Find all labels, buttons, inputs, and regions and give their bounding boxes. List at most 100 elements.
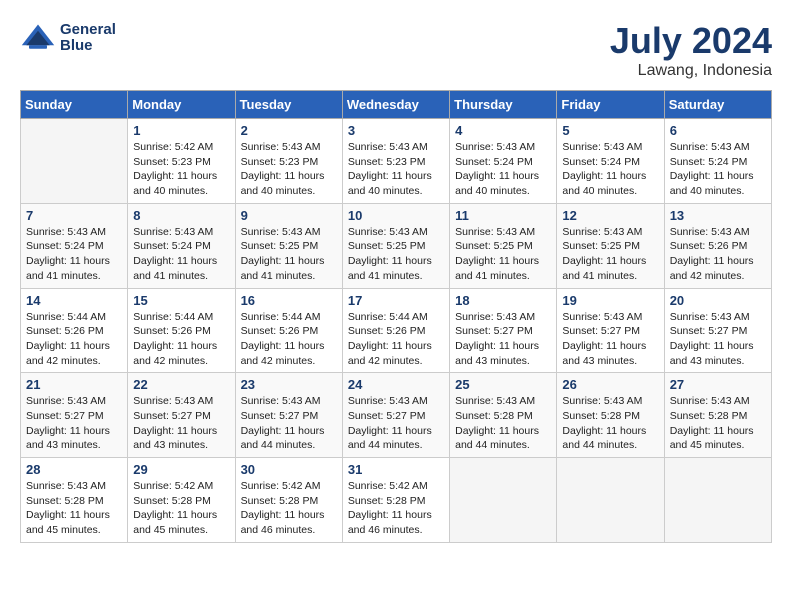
day-number: 16 xyxy=(241,293,337,308)
day-header-monday: Monday xyxy=(128,91,235,119)
day-number: 4 xyxy=(455,123,551,138)
calendar-week-row: 21Sunrise: 5:43 AM Sunset: 5:27 PM Dayli… xyxy=(21,373,772,458)
page-header: General Blue July 2024 Lawang, Indonesia xyxy=(20,20,772,80)
day-number: 20 xyxy=(670,293,766,308)
calendar-cell xyxy=(557,458,664,543)
day-info: Sunrise: 5:43 AM Sunset: 5:24 PM Dayligh… xyxy=(133,225,229,284)
calendar-cell: 11 Sunrise: 5:43 AM Sunset: 5:25 PM Dayli… xyxy=(450,203,557,288)
day-number: 29 xyxy=(133,462,229,477)
calendar-cell: 15 Sunrise: 5:44 AM Sunset: 5:26 PM Dayli… xyxy=(128,288,235,373)
month-year-title: July 2024 xyxy=(610,20,772,62)
day-info: Sunrise: 5:42 AM Sunset: 5:28 PM Dayligh… xyxy=(348,479,444,538)
calendar-cell: 1Sunrise: 5:42 AM Sunset: 5:23 PM Daylig… xyxy=(128,119,235,204)
calendar-cell: 22 Sunrise: 5:43 AM Sunset: 5:27 PM Dayli… xyxy=(128,373,235,458)
calendar-cell: 9Sunrise: 5:43 AM Sunset: 5:25 PM Daylig… xyxy=(235,203,342,288)
calendar-cell: 18Sunrise: 5:43 AM Sunset: 5:27 PM Dayli… xyxy=(450,288,557,373)
calendar-cell: 30 Sunrise: 5:42 AM Sunset: 5:28 PM Dayli… xyxy=(235,458,342,543)
calendar-cell xyxy=(664,458,771,543)
day-header-friday: Friday xyxy=(557,91,664,119)
day-number: 31 xyxy=(348,462,444,477)
day-number: 28 xyxy=(26,462,122,477)
day-number: 10 xyxy=(348,208,444,223)
day-info: Sunrise: 5:43 AM Sunset: 5:26 PM Dayligh… xyxy=(670,225,766,284)
day-number: 30 xyxy=(241,462,337,477)
calendar-cell: 4Sunrise: 5:43 AM Sunset: 5:24 PM Daylig… xyxy=(450,119,557,204)
day-info: Sunrise: 5:43 AM Sunset: 5:24 PM Dayligh… xyxy=(562,140,658,199)
location-subtitle: Lawang, Indonesia xyxy=(610,62,772,80)
calendar-cell: 24 Sunrise: 5:43 AM Sunset: 5:27 PM Dayli… xyxy=(342,373,449,458)
day-number: 3 xyxy=(348,123,444,138)
calendar-cell: 13Sunrise: 5:43 AM Sunset: 5:26 PM Dayli… xyxy=(664,203,771,288)
day-info: Sunrise: 5:44 AM Sunset: 5:26 PM Dayligh… xyxy=(241,310,337,369)
day-number: 14 xyxy=(26,293,122,308)
day-number: 22 xyxy=(133,377,229,392)
day-info: Sunrise: 5:42 AM Sunset: 5:28 PM Dayligh… xyxy=(241,479,337,538)
day-number: 26 xyxy=(562,377,658,392)
day-info: Sunrise: 5:43 AM Sunset: 5:27 PM Dayligh… xyxy=(133,394,229,453)
day-number: 12 xyxy=(562,208,658,223)
day-info: Sunrise: 5:43 AM Sunset: 5:27 PM Dayligh… xyxy=(670,310,766,369)
calendar-week-row: 28 Sunrise: 5:43 AM Sunset: 5:28 PM Dayli… xyxy=(21,458,772,543)
day-number: 25 xyxy=(455,377,551,392)
day-info: Sunrise: 5:43 AM Sunset: 5:28 PM Dayligh… xyxy=(26,479,122,538)
calendar-cell xyxy=(21,119,128,204)
calendar-cell: 20 Sunrise: 5:43 AM Sunset: 5:27 PM Dayli… xyxy=(664,288,771,373)
day-info: Sunrise: 5:43 AM Sunset: 5:25 PM Dayligh… xyxy=(455,225,551,284)
title-area: July 2024 Lawang, Indonesia xyxy=(610,20,772,80)
day-number: 2 xyxy=(241,123,337,138)
calendar-cell: 3Sunrise: 5:43 AM Sunset: 5:23 PM Daylig… xyxy=(342,119,449,204)
day-info: Sunrise: 5:43 AM Sunset: 5:27 PM Dayligh… xyxy=(348,394,444,453)
calendar-cell: 10 Sunrise: 5:43 AM Sunset: 5:25 PM Dayli… xyxy=(342,203,449,288)
calendar-cell: 2 Sunrise: 5:43 AM Sunset: 5:23 PM Daylig… xyxy=(235,119,342,204)
calendar-cell: 23Sunrise: 5:43 AM Sunset: 5:27 PM Dayli… xyxy=(235,373,342,458)
day-info: Sunrise: 5:43 AM Sunset: 5:28 PM Dayligh… xyxy=(670,394,766,453)
day-number: 18 xyxy=(455,293,551,308)
calendar-cell: 19 Sunrise: 5:43 AM Sunset: 5:27 PM Dayli… xyxy=(557,288,664,373)
calendar-week-row: 1Sunrise: 5:42 AM Sunset: 5:23 PM Daylig… xyxy=(21,119,772,204)
calendar-cell: 17 Sunrise: 5:44 AM Sunset: 5:26 PM Dayli… xyxy=(342,288,449,373)
day-number: 23 xyxy=(241,377,337,392)
day-info: Sunrise: 5:43 AM Sunset: 5:28 PM Dayligh… xyxy=(562,394,658,453)
calendar-cell xyxy=(450,458,557,543)
calendar-cell: 28 Sunrise: 5:43 AM Sunset: 5:28 PM Dayli… xyxy=(21,458,128,543)
day-header-tuesday: Tuesday xyxy=(235,91,342,119)
calendar-cell: 5 Sunrise: 5:43 AM Sunset: 5:24 PM Daylig… xyxy=(557,119,664,204)
calendar-cell: 21Sunrise: 5:43 AM Sunset: 5:27 PM Dayli… xyxy=(21,373,128,458)
day-number: 7 xyxy=(26,208,122,223)
logo-text: General Blue xyxy=(60,22,116,55)
day-header-wednesday: Wednesday xyxy=(342,91,449,119)
day-header-saturday: Saturday xyxy=(664,91,771,119)
day-info: Sunrise: 5:43 AM Sunset: 5:23 PM Dayligh… xyxy=(241,140,337,199)
day-info: Sunrise: 5:43 AM Sunset: 5:25 PM Dayligh… xyxy=(348,225,444,284)
calendar-header-row: SundayMondayTuesdayWednesdayThursdayFrid… xyxy=(21,91,772,119)
day-info: Sunrise: 5:43 AM Sunset: 5:25 PM Dayligh… xyxy=(562,225,658,284)
day-number: 8 xyxy=(133,208,229,223)
calendar-cell: 27 Sunrise: 5:43 AM Sunset: 5:28 PM Dayli… xyxy=(664,373,771,458)
calendar-cell: 29Sunrise: 5:42 AM Sunset: 5:28 PM Dayli… xyxy=(128,458,235,543)
day-info: Sunrise: 5:43 AM Sunset: 5:27 PM Dayligh… xyxy=(562,310,658,369)
day-number: 1 xyxy=(133,123,229,138)
calendar-table: SundayMondayTuesdayWednesdayThursdayFrid… xyxy=(20,90,772,543)
day-number: 17 xyxy=(348,293,444,308)
day-info: Sunrise: 5:44 AM Sunset: 5:26 PM Dayligh… xyxy=(348,310,444,369)
day-header-thursday: Thursday xyxy=(450,91,557,119)
day-info: Sunrise: 5:44 AM Sunset: 5:26 PM Dayligh… xyxy=(133,310,229,369)
calendar-cell: 7Sunrise: 5:43 AM Sunset: 5:24 PM Daylig… xyxy=(21,203,128,288)
day-number: 15 xyxy=(133,293,229,308)
calendar-cell: 26 Sunrise: 5:43 AM Sunset: 5:28 PM Dayli… xyxy=(557,373,664,458)
day-number: 11 xyxy=(455,208,551,223)
day-number: 27 xyxy=(670,377,766,392)
calendar-cell: 6Sunrise: 5:43 AM Sunset: 5:24 PM Daylig… xyxy=(664,119,771,204)
logo-icon xyxy=(20,20,56,56)
day-number: 6 xyxy=(670,123,766,138)
calendar-week-row: 14 Sunrise: 5:44 AM Sunset: 5:26 PM Dayli… xyxy=(21,288,772,373)
calendar-cell: 8 Sunrise: 5:43 AM Sunset: 5:24 PM Daylig… xyxy=(128,203,235,288)
day-header-sunday: Sunday xyxy=(21,91,128,119)
calendar-cell: 12 Sunrise: 5:43 AM Sunset: 5:25 PM Dayli… xyxy=(557,203,664,288)
day-number: 5 xyxy=(562,123,658,138)
day-info: Sunrise: 5:43 AM Sunset: 5:28 PM Dayligh… xyxy=(455,394,551,453)
calendar-cell: 14Sunrise: 5:44 AM Sunset: 5:26 PM Dayli… xyxy=(21,288,128,373)
day-number: 19 xyxy=(562,293,658,308)
day-number: 24 xyxy=(348,377,444,392)
day-info: Sunrise: 5:43 AM Sunset: 5:27 PM Dayligh… xyxy=(26,394,122,453)
